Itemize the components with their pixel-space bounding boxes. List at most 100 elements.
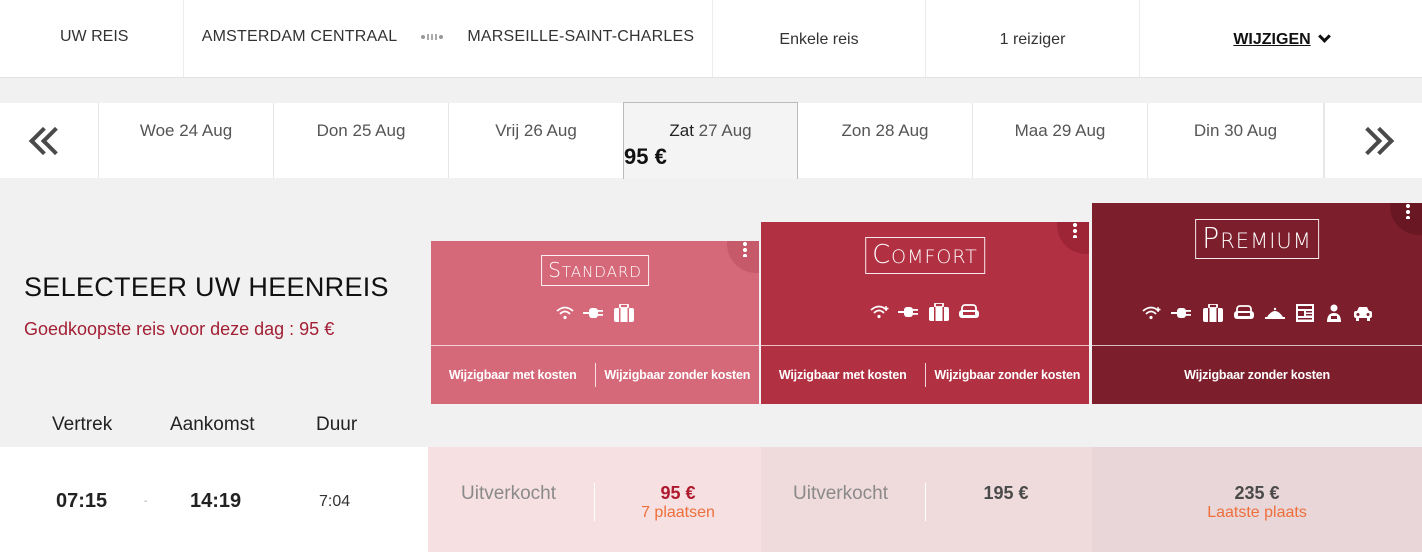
- meal-cloche-icon: [1264, 303, 1286, 323]
- date-num: 28 Aug: [875, 121, 929, 140]
- date-dow: Din: [1193, 121, 1220, 140]
- power-plug-icon: [583, 303, 605, 323]
- column-header-departure: Vertrek: [52, 414, 113, 435]
- date-tab[interactable]: Don 25 Aug: [274, 103, 449, 178]
- journey-times: 07:15 - 14:19 7:04: [0, 447, 428, 552]
- trip-type: Enkele reis: [713, 0, 926, 77]
- travellers: 1 reiziger: [926, 0, 1140, 77]
- date-price: 95 €: [624, 144, 667, 169]
- class-title-comfort: COMFORT: [865, 237, 985, 274]
- page-title: SELECTEER UW HEENREIS: [24, 272, 389, 302]
- amenities: [1092, 303, 1422, 323]
- date-num: 30 Aug: [1224, 121, 1278, 140]
- fare-cell-premium[interactable]: 235 € Laatste plaats: [1092, 447, 1422, 552]
- route: AMSTERDAM CENTRAAL MARSEILLE-SAINT-CHARL…: [184, 0, 713, 77]
- edit-trip-label[interactable]: WIJZIGEN: [1233, 31, 1310, 49]
- amenities: [431, 303, 759, 323]
- armchair-icon: [958, 302, 980, 322]
- fare-option-exchangeable-fee[interactable]: Wijzigbaar met kosten: [431, 368, 595, 382]
- fare-option-exchangeable-free[interactable]: Wijzigbaar zonder kosten: [1092, 368, 1422, 382]
- seats-left: 7 plaatsen: [641, 504, 715, 521]
- date-tab[interactable]: Vrij 26 Aug: [449, 103, 624, 178]
- previous-dates-button[interactable]: [0, 103, 99, 178]
- luggage-icon: [1202, 303, 1224, 323]
- origin-station: AMSTERDAM CENTRAAL: [201, 27, 398, 45]
- class-title-rest: TANDARD: [561, 263, 642, 281]
- date-selector: Woe 24 Aug Don 25 Aug Vrij 26 Aug Zat 27…: [0, 102, 1422, 179]
- power-plug-icon: [1170, 303, 1193, 323]
- divider: [594, 483, 595, 521]
- fare-price: 195 €: [983, 483, 1029, 503]
- class-card-header: STANDARD: [431, 241, 759, 345]
- attendant-icon: [1324, 303, 1344, 323]
- next-dates-button[interactable]: [1324, 103, 1422, 178]
- class-title-rest: OMFORT: [891, 246, 978, 268]
- column-header-duration: Duur: [316, 414, 358, 435]
- date-tab[interactable]: Maa 29 Aug: [973, 103, 1148, 178]
- class-card-comfort: COMFORT Wijzigbaar met kosten Wijzigbaar…: [761, 222, 1089, 404]
- more-options-icon[interactable]: [727, 241, 759, 273]
- edit-trip-button[interactable]: WIJZIGEN: [1140, 0, 1422, 77]
- fare-price: 235 €: [1234, 483, 1280, 503]
- fare-cell-comfort[interactable]: Uitverkocht 195 €: [761, 447, 1092, 552]
- class-card-header: PREMIUM: [1092, 203, 1422, 345]
- more-options-icon[interactable]: [1390, 203, 1422, 235]
- destination-station: MARSEILLE-SAINT-CHARLES: [467, 27, 695, 45]
- divider: [925, 483, 926, 521]
- date-num: 24 Aug: [179, 121, 233, 140]
- date-tab[interactable]: Din 30 Aug: [1148, 103, 1324, 178]
- newspaper-icon: [1295, 303, 1315, 323]
- more-options-icon[interactable]: [1057, 222, 1089, 254]
- wifi-plus-icon: [870, 302, 890, 322]
- fare-conditions: Wijzigbaar met kosten Wijzigbaar zonder …: [431, 345, 759, 404]
- fare-option-exchangeable-fee[interactable]: Wijzigbaar met kosten: [761, 368, 925, 382]
- fare-conditions: Wijzigbaar zonder kosten: [1092, 345, 1422, 404]
- wifi-icon: [555, 303, 575, 323]
- class-title-rest: REMIUM: [1220, 229, 1312, 253]
- date-dow: Maa: [1014, 121, 1048, 140]
- luggage-icon: [613, 303, 635, 323]
- fare-cell-standard[interactable]: Uitverkocht 95 € 7 plaatsen: [428, 447, 761, 552]
- fare-conditions: Wijzigbaar met kosten Wijzigbaar zonder …: [761, 345, 1089, 404]
- date-num: 26 Aug: [523, 121, 577, 140]
- column-header-arrival: Aankomst: [170, 414, 255, 435]
- amenities: [761, 302, 1089, 322]
- class-title-initial: C: [872, 240, 892, 270]
- class-title-initial: P: [1202, 222, 1221, 255]
- time-separator: -: [144, 496, 148, 507]
- taxi-icon: [1353, 303, 1373, 323]
- travellers-text: 1 reiziger: [999, 30, 1066, 48]
- cheapest-fare-text: Goedkoopste reis voor deze dag : 95 €: [24, 319, 335, 339]
- trip-type-text: Enkele reis: [779, 30, 859, 48]
- class-title-initial: S: [548, 258, 562, 282]
- luggage-icon: [928, 302, 950, 322]
- date-tab[interactable]: Woe 24 Aug: [99, 103, 274, 178]
- departure-time: 07:15: [56, 490, 108, 512]
- class-card-standard: STANDARD Wijzigbaar met kosten Wijzigbaa…: [431, 241, 759, 404]
- power-plug-icon: [898, 302, 920, 322]
- trip-summary-bar: UW REIS AMSTERDAM CENTRAAL MARSEILLE-SAI…: [0, 0, 1422, 78]
- date-tab-selected[interactable]: Zat 27 Aug 95 €: [623, 102, 798, 179]
- date-num: 27 Aug: [698, 121, 752, 140]
- date-dow: Woe: [139, 121, 175, 140]
- class-title-premium: PREMIUM: [1195, 219, 1319, 259]
- date-tab[interactable]: Zon 28 Aug: [798, 103, 973, 178]
- class-card-header: COMFORT: [761, 222, 1089, 345]
- armchair-icon: [1233, 303, 1255, 323]
- date-num: 29 Aug: [1052, 121, 1106, 140]
- arrival-time: 14:19: [190, 490, 242, 512]
- trip-label: UW REIS: [0, 0, 184, 77]
- sold-out-label: Uitverkocht: [461, 483, 557, 504]
- route-line-icon: [421, 33, 444, 40]
- journey-row: 07:15 - 14:19 7:04 Uitverkocht 95 € 7 pl…: [0, 447, 1422, 552]
- fare-price: 95 €: [660, 483, 696, 503]
- fare-option-exchangeable-free[interactable]: Wijzigbaar zonder kosten: [596, 368, 760, 382]
- fare-option-exchangeable-free[interactable]: Wijzigbaar zonder kosten: [926, 368, 1090, 382]
- sold-out-label: Uitverkocht: [793, 483, 889, 504]
- date-dow: Zat: [669, 121, 694, 140]
- wifi-plus-icon: [1141, 303, 1162, 323]
- journey-duration: 7:04: [319, 493, 351, 510]
- date-dow: Zon: [841, 121, 871, 140]
- class-title-standard: STANDARD: [541, 255, 649, 286]
- date-dow: Don: [316, 121, 348, 140]
